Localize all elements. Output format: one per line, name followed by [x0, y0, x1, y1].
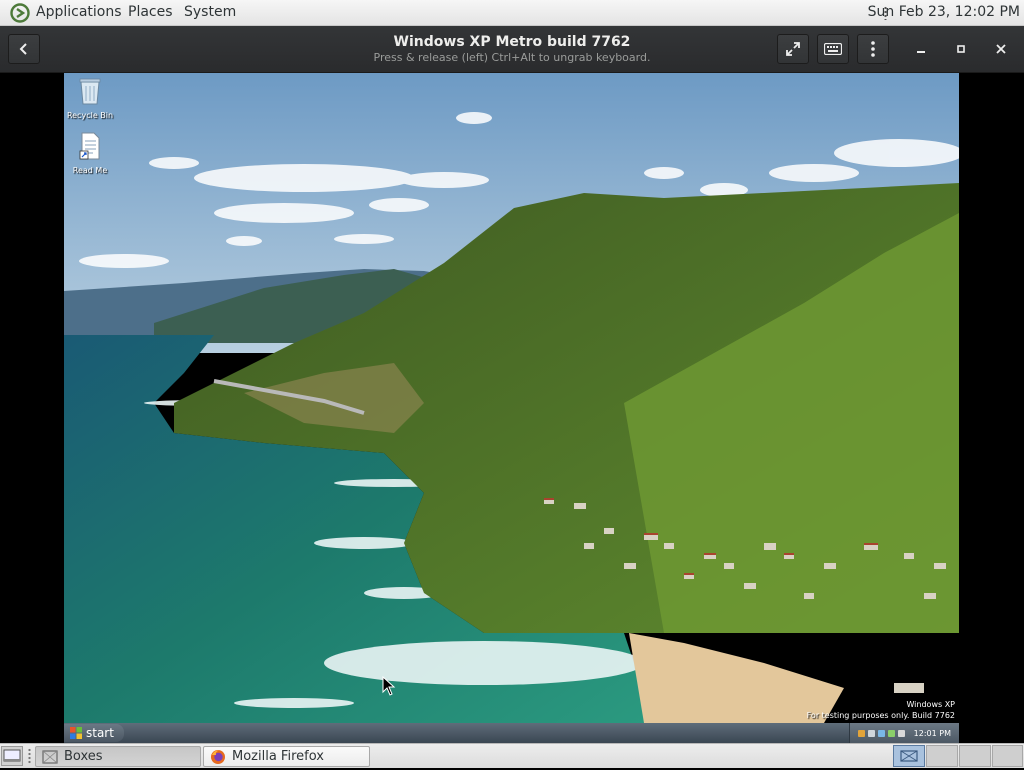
minimize-button[interactable] — [911, 39, 931, 59]
places-menu[interactable]: Places — [128, 4, 173, 20]
watermark-build-text: For testing purposes only. Build 7762 — [806, 711, 955, 720]
tray-volume-icon[interactable] — [867, 729, 875, 737]
panel-handle — [28, 748, 31, 764]
taskbar-item-label: Boxes — [64, 749, 103, 764]
vm-menu-button[interactable] — [857, 34, 889, 64]
recycle-bin-label: Recycle Bin — [66, 111, 114, 120]
taskbar-item-boxes[interactable]: Boxes — [35, 746, 201, 767]
show-desktop-button[interactable] — [1, 746, 23, 766]
fullscreen-icon — [786, 42, 800, 56]
taskbar-item-firefox[interactable]: Mozilla Firefox — [203, 746, 370, 767]
bottom-panel: Boxes Mozilla Firefox — [0, 743, 1024, 768]
show-desktop-icon — [3, 749, 21, 762]
boxes-icon — [42, 749, 58, 764]
taskbar-item-label: Mozilla Firefox — [232, 749, 324, 764]
fullscreen-button[interactable] — [777, 34, 809, 64]
desktop-wallpaper — [64, 73, 959, 723]
workspace-1[interactable] — [893, 745, 925, 767]
distro-logo-icon[interactable] — [10, 3, 30, 23]
menu-icon — [871, 41, 875, 57]
guest-taskbar: start 12:01 PM — [64, 723, 959, 743]
firefox-icon — [211, 749, 225, 764]
close-button[interactable] — [991, 39, 1011, 59]
maximize-button[interactable] — [951, 39, 971, 59]
workspace-4[interactable] — [992, 745, 1023, 767]
close-icon — [996, 44, 1006, 54]
workspace-3[interactable] — [959, 745, 991, 767]
boxes-headerbar: Windows XP Metro build 7762 Press & rele… — [0, 26, 1024, 73]
applications-menu[interactable]: Applications — [36, 4, 122, 20]
tray-misc-icon[interactable] — [897, 729, 905, 737]
windows-flag-icon — [70, 727, 82, 739]
document-shortcut-icon — [79, 132, 100, 160]
recycle-bin-icon — [79, 78, 101, 105]
top-panel: Applications Places System Sun Feb 23, 1… — [0, 0, 1024, 26]
read-me-shortcut[interactable]: Read Me — [64, 131, 120, 175]
keyboard-icon — [824, 43, 842, 55]
start-button[interactable]: start — [64, 724, 124, 742]
read-me-label: Read Me — [72, 166, 108, 175]
keyboard-button[interactable] — [817, 34, 849, 64]
build-watermark: Windows XP For testing purposes only. Bu… — [807, 699, 955, 721]
tray-network-icon[interactable] — [877, 729, 885, 737]
system-tray: 12:01 PM — [849, 723, 959, 743]
workspace-2[interactable] — [926, 745, 958, 767]
watermark-os-name: Windows XP — [906, 700, 955, 709]
minimize-icon — [917, 51, 925, 53]
vm-display[interactable]: Recycle Bin Read Me Windows XP For testi… — [64, 73, 959, 743]
maximize-icon — [957, 45, 965, 53]
mouse-cursor-icon — [382, 676, 396, 696]
start-label: start — [86, 726, 114, 740]
tray-security-icon[interactable] — [887, 729, 895, 737]
workspace-window-icon — [900, 750, 918, 762]
recycle-bin-shortcut[interactable]: Recycle Bin — [64, 76, 120, 120]
tray-clock[interactable]: 12:01 PM — [914, 729, 951, 738]
system-menu[interactable]: System — [184, 4, 236, 20]
tray-shield-icon[interactable] — [857, 729, 865, 737]
panel-clock[interactable]: Sun Feb 23, 12:02 PM — [868, 4, 1020, 20]
